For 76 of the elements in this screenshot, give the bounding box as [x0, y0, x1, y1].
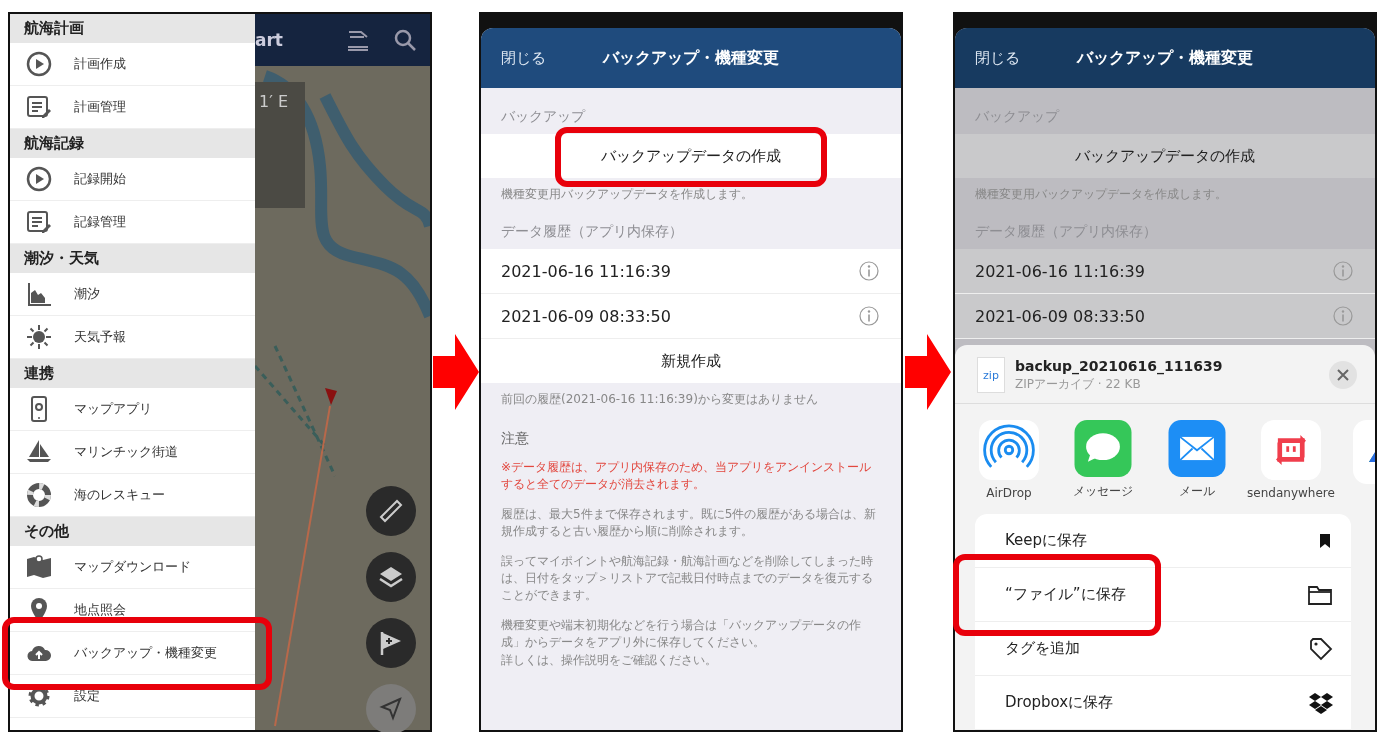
dropbox-icon: [1309, 691, 1333, 714]
close-icon: [1337, 369, 1349, 381]
create-backup-button[interactable]: バックアップデータの作成: [955, 134, 1375, 178]
folder-icon: [1307, 583, 1333, 606]
app-label: メール: [1179, 483, 1215, 500]
share-action[interactable]: “ファイル”に保存: [975, 568, 1351, 622]
menu-item[interactable]: バックアップ・機種変更: [10, 632, 255, 675]
screen-title: バックアップ・機種変更: [1077, 47, 1253, 67]
notice-text: 詳しくは、操作説明をご確認ください。: [501, 651, 718, 669]
history-row[interactable]: 2021-06-16 11:16:39: [955, 249, 1375, 294]
warning-text: ※データ履歴は、アプリ内保存のため、当アプリをアンインストールすると全てのデータが消去されます。: [500, 459, 873, 494]
section-label: バックアップ: [500, 107, 587, 126]
menu-section-header: 航海記録: [10, 129, 255, 158]
history-row[interactable]: 2021-06-16 11:16:39: [481, 249, 901, 294]
close-button[interactable]: [1329, 361, 1357, 389]
sendanywhere-icon[interactable]: [1259, 420, 1323, 480]
sun-icon: [26, 324, 52, 350]
close-link[interactable]: 閉じる: [501, 48, 546, 68]
caution-heading: 注意: [500, 429, 530, 448]
status-note: 前回の履歴(2021-06-16 11:16:39)から変更はありません: [500, 391, 819, 408]
chart-icon[interactable]: [346, 29, 370, 51]
tag-icon: [1309, 636, 1333, 661]
file-name: backup_20210616_111639: [1015, 357, 1224, 374]
notice-text: 履歴は、最大5件まで保存されます。既に5件の履歴がある場合は、新規作成すると古い履歴から順に削除されます。: [501, 505, 878, 541]
history-row[interactable]: 2021-06-09 08:33:50: [481, 294, 901, 339]
app-label: sendanywhere: [1247, 486, 1335, 500]
create-backup-button[interactable]: バックアップデータの作成: [481, 134, 901, 178]
app-label: AirDrop: [986, 486, 1032, 500]
menu-section-header: 航海計画: [10, 14, 255, 43]
share-action[interactable]: タグを追加: [975, 622, 1351, 676]
menu-item[interactable]: 記録開始: [10, 158, 255, 201]
menu-item[interactable]: 潮汐: [10, 273, 255, 316]
menu-item[interactable]: マリンチック街道: [10, 431, 255, 474]
coordinate-label: 1′ E: [255, 82, 305, 208]
ruler-icon: [377, 497, 405, 525]
info-icon[interactable]: [859, 261, 879, 281]
list-edit-icon: [26, 209, 52, 235]
menu-section-header: 潮汐・天気: [10, 244, 255, 273]
screen-title: バックアップ・機種変更: [603, 47, 779, 67]
bookmark-icon: [1317, 532, 1333, 549]
share-action[interactable]: Keepに保存: [975, 514, 1351, 568]
search-icon[interactable]: [394, 29, 416, 51]
file-info: ZIPアーカイブ · 22 KB: [1015, 375, 1142, 393]
layers-button[interactable]: [366, 552, 416, 602]
app-label: メッセージ: [1073, 483, 1133, 500]
lifebuoy-icon: [26, 482, 52, 508]
app-title: art: [255, 30, 284, 50]
create-note: 機種変更用バックアップデータを作成します。: [500, 186, 754, 203]
history-row[interactable]: 2021-06-09 08:33:50: [955, 294, 1375, 339]
navigation-arrow-icon: [378, 696, 404, 722]
notice-text: 機種変更や端末初期化などを行う場合は「バックアップデータの作成」からデータをアプリ外に保存してください。: [501, 616, 862, 652]
close-link[interactable]: 閉じる: [975, 48, 1020, 68]
play-icon: [26, 51, 52, 77]
sailboat-icon: [26, 439, 52, 465]
menu-item[interactable]: マップダウンロード: [10, 546, 255, 589]
file-type-icon: zip: [977, 357, 1005, 393]
menu-section-header: 連携: [10, 359, 255, 388]
location-button[interactable]: [366, 684, 416, 732]
airdrop-icon[interactable]: [977, 420, 1041, 480]
play-icon: [26, 166, 52, 192]
menu-item[interactable]: 地点照会: [10, 589, 255, 632]
menu-section-header: その他: [10, 517, 255, 546]
drive-icon[interactable]: [1353, 420, 1375, 484]
share-action[interactable]: Dropboxに保存: [975, 676, 1351, 730]
flag-button[interactable]: [366, 618, 416, 668]
folded-map-icon: [26, 554, 52, 580]
list-edit-icon: [26, 94, 52, 120]
menu-item[interactable]: マップアプリ: [10, 388, 255, 431]
notice-text: 誤ってマイポイントや航海記録・航海計画などを削除してしまった時は、日付をタップ＞リストアで記載日付時点までのデータを復元することができます。: [501, 552, 874, 605]
menu-item[interactable]: 計画作成: [10, 43, 255, 86]
info-icon[interactable]: [859, 306, 879, 326]
ruler-button[interactable]: [366, 486, 416, 536]
menu-item[interactable]: 設定: [10, 675, 255, 718]
section-label: データ履歴（アプリ内保存）: [500, 222, 684, 241]
area-chart-icon: [26, 281, 52, 307]
new-backup-button[interactable]: 新規作成: [481, 339, 901, 383]
